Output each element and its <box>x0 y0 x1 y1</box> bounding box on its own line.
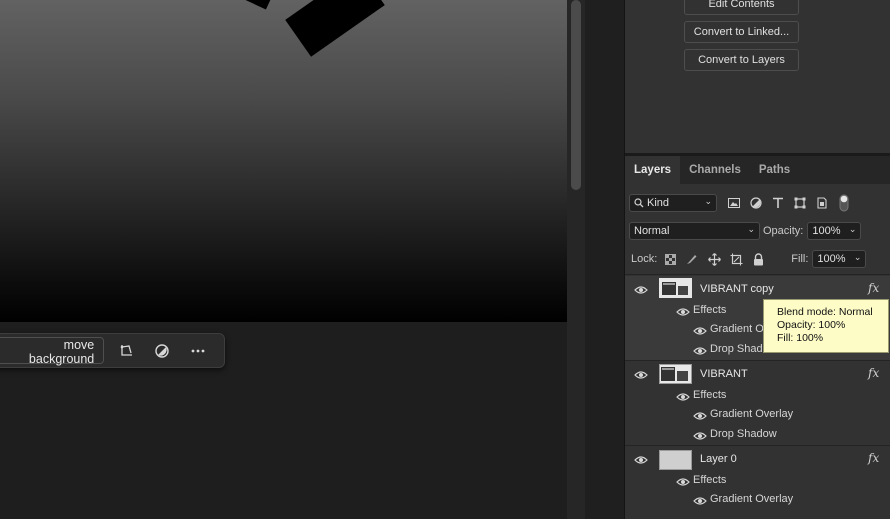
effects-label: Effects <box>693 474 727 486</box>
layer-thumbnail <box>659 364 692 384</box>
layer-filter-kind-select[interactable]: Kind ⌄ <box>629 194 717 212</box>
visibility-eye-icon[interactable] <box>693 411 707 421</box>
layer-name[interactable]: Layer 0 <box>700 453 737 465</box>
fill-label: Fill: <box>791 253 809 265</box>
visibility-eye-icon[interactable] <box>693 496 707 506</box>
opacity-label: Opacity: <box>763 225 804 237</box>
more-options-icon[interactable] <box>180 337 216 364</box>
layer-name[interactable]: VIBRANT copy <box>700 283 774 295</box>
layer-name[interactable]: VIBRANT <box>700 368 748 380</box>
panel-tabs: Layers Channels Paths <box>625 156 890 184</box>
filter-pixel-icon[interactable] <box>723 194 745 212</box>
tooltip-blend-mode: Blend mode: Normal <box>777 306 873 318</box>
visibility-eye-icon[interactable] <box>693 326 707 336</box>
adjustment-contrast-icon[interactable] <box>144 337 180 364</box>
layer-thumbnail <box>659 450 692 470</box>
opacity-value: 100% <box>812 225 841 237</box>
effect-gradient-overlay[interactable]: Gradient Overlay <box>710 408 793 420</box>
visibility-eye-icon[interactable] <box>676 477 690 487</box>
filter-kind-label: Kind <box>647 197 670 209</box>
select-subject-icon[interactable] <box>108 337 144 364</box>
blend-mode-value: Normal <box>634 225 670 237</box>
tooltip-opacity: Opacity: 100% <box>777 319 846 331</box>
lock-all-icon[interactable] <box>747 250 769 268</box>
convert-to-layers-button[interactable]: Convert to Layers <box>684 49 799 71</box>
tab-layers[interactable]: Layers <box>625 156 681 184</box>
effect-drop-shadow[interactable]: Drop Shadow <box>710 428 777 440</box>
convert-to-linked-button[interactable]: Convert to Linked... <box>684 21 799 43</box>
lock-artboard-icon[interactable] <box>725 250 747 268</box>
fill-field[interactable]: 100% ⌄ <box>812 250 867 268</box>
layer-info-tooltip: Blend mode: Normal Opacity: 100% Fill: 1… <box>763 299 889 353</box>
properties-panel: Edit Contents Convert to Linked... Conve… <box>625 0 890 153</box>
artwork-shape <box>285 0 385 57</box>
tooltip-fill: Fill: 100% <box>777 332 824 344</box>
effects-label: Effects <box>693 389 727 401</box>
tab-channels[interactable]: Channels <box>680 156 750 184</box>
opacity-field[interactable]: 100% ⌄ <box>807 222 862 240</box>
visibility-eye-icon[interactable] <box>676 392 690 402</box>
layer-fx-icon[interactable]: fx <box>868 281 879 295</box>
visibility-eye-icon[interactable] <box>634 370 648 380</box>
visibility-eye-icon[interactable] <box>676 307 690 317</box>
blend-mode-select[interactable]: Normal ⌄ <box>629 222 760 240</box>
chevron-down-icon: ⌄ <box>853 252 862 262</box>
filter-adjustment-icon[interactable] <box>745 194 767 212</box>
edit-contents-button[interactable]: Edit Contents <box>684 0 799 15</box>
filter-smart-object-icon[interactable] <box>811 194 833 212</box>
remove-background-button[interactable]: move background <box>0 337 105 366</box>
lock-image-pixels-icon[interactable] <box>681 250 703 268</box>
filter-toggle-icon[interactable] <box>833 194 855 212</box>
effects-label: Effects <box>693 304 727 316</box>
visibility-eye-icon[interactable] <box>634 285 648 295</box>
lock-label: Lock: <box>631 253 658 265</box>
divider <box>625 274 890 275</box>
filter-shape-icon[interactable] <box>789 194 811 212</box>
artboard-image[interactable] <box>0 0 567 322</box>
visibility-eye-icon[interactable] <box>634 455 648 465</box>
visibility-eye-icon[interactable] <box>693 346 707 356</box>
filter-type-icon[interactable] <box>767 194 789 212</box>
effect-gradient-overlay[interactable]: Gradient Overlay <box>710 493 793 505</box>
canvas-vertical-scrollbar[interactable] <box>567 0 585 519</box>
layer-fx-icon[interactable]: fx <box>868 451 879 465</box>
artwork-shape <box>229 0 275 10</box>
fill-value: 100% <box>817 253 846 265</box>
layer-fx-icon[interactable]: fx <box>868 366 879 380</box>
chevron-down-icon: ⌄ <box>848 224 857 234</box>
chevron-down-icon: ⌄ <box>704 196 712 206</box>
visibility-eye-icon[interactable] <box>693 431 707 441</box>
scrollbar-thumb[interactable] <box>571 0 581 190</box>
tab-paths[interactable]: Paths <box>750 156 799 184</box>
document-canvas-area[interactable]: move background <box>0 0 567 519</box>
panel-dock-strip <box>585 0 625 519</box>
contextual-task-bar: move background <box>0 333 225 368</box>
search-icon <box>634 198 644 208</box>
right-panels: Edit Contents Convert to Linked... Conve… <box>585 0 890 519</box>
lock-transparent-pixels-icon[interactable] <box>659 250 681 268</box>
layer-thumbnail <box>659 278 692 298</box>
lock-position-icon[interactable] <box>703 250 725 268</box>
chevron-down-icon: ⌄ <box>747 224 755 234</box>
